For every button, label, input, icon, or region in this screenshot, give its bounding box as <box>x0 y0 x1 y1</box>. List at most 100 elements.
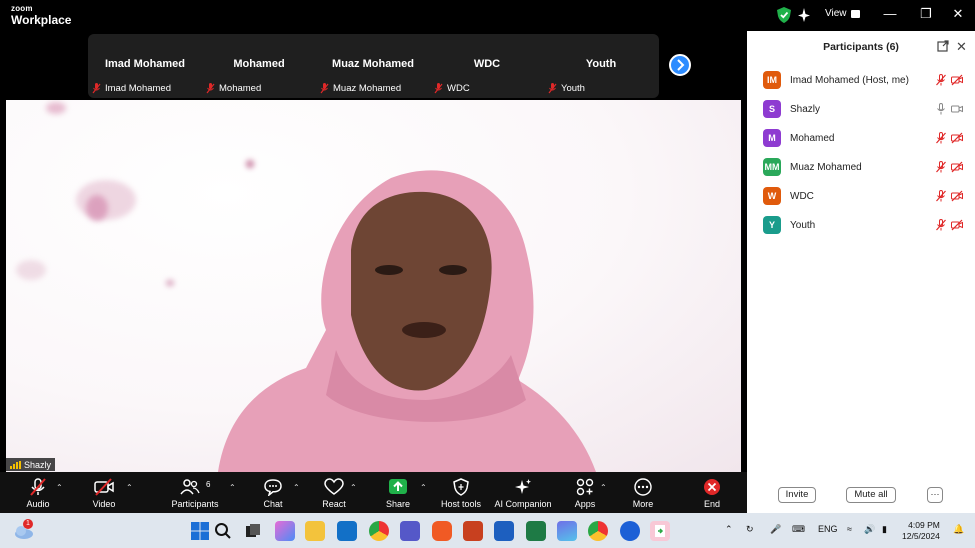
thumbnail-tile[interactable]: Mohamed Mohamed <box>202 34 316 98</box>
thumbnail-name: Youth <box>585 58 617 70</box>
close-window-icon[interactable]: ✕ <box>950 6 966 22</box>
video-button[interactable]: Video <box>84 472 124 513</box>
more-button[interactable]: More <box>626 472 660 513</box>
zoom-taskbar-icon[interactable] <box>620 521 640 541</box>
task-view-icon[interactable] <box>243 521 263 541</box>
muted-mic-icon <box>320 83 329 94</box>
muted-mic-icon[interactable] <box>935 161 947 173</box>
avatar: S <box>763 100 781 118</box>
chrome-profile-icon[interactable] <box>588 521 608 541</box>
audio-button[interactable]: Audio <box>18 472 58 513</box>
muted-mic-icon[interactable] <box>935 74 947 86</box>
host-tools-label: Host tools <box>440 499 482 509</box>
shield-icon[interactable] <box>777 7 791 23</box>
chevron-up-icon[interactable]: ⌃ <box>725 524 733 535</box>
participants-button[interactable]: 6 Participants <box>170 472 220 513</box>
next-page-button[interactable] <box>669 54 691 76</box>
wifi-icon[interactable]: ≈ <box>847 524 852 534</box>
muted-mic-icon[interactable] <box>935 132 947 144</box>
keyboard-icon[interactable]: ⌨ <box>792 524 805 535</box>
brave-icon[interactable] <box>432 521 452 541</box>
view-button[interactable]: View <box>825 8 860 19</box>
participants-panel: Participants (6) ✕ IM Imad Mohamed (Host,… <box>747 31 975 513</box>
ai-companion-button[interactable]: AI Companion <box>492 472 554 513</box>
muted-mic-icon[interactable] <box>935 219 947 231</box>
sync-icon[interactable]: ↻ <box>746 524 754 535</box>
host-tools-button[interactable]: Host tools <box>438 472 484 513</box>
language-indicator[interactable]: ENG <box>818 524 838 534</box>
powerpoint-icon[interactable] <box>463 521 483 541</box>
participant-row[interactable]: M Mohamed <box>763 128 967 148</box>
video-off-icon[interactable] <box>951 74 963 86</box>
chat-button[interactable]: Chat <box>255 472 291 513</box>
teams-icon[interactable] <box>400 521 420 541</box>
word-icon[interactable] <box>494 521 514 541</box>
video-off-icon[interactable] <box>951 219 963 231</box>
active-app-icon[interactable] <box>650 521 670 541</box>
end-call-icon <box>704 479 720 495</box>
ai-sparkle-icon[interactable] <box>797 7 811 23</box>
sparkle-icon <box>515 479 531 494</box>
windows-start-icon[interactable] <box>190 521 210 541</box>
chevron-up-icon[interactable]: ⌃ <box>350 483 357 492</box>
speaker-name-tag: Shazly <box>6 458 56 471</box>
video-off-icon[interactable] <box>951 132 963 144</box>
react-button[interactable]: React <box>316 472 352 513</box>
thumbnail-tile[interactable]: WDC WDC <box>430 34 544 98</box>
muted-mic-icon[interactable] <box>935 190 947 202</box>
avatar: W <box>763 187 781 205</box>
more-options-button[interactable]: ··· <box>927 487 943 503</box>
video-off-icon[interactable] <box>951 190 963 202</box>
end-button[interactable]: End <box>696 472 728 513</box>
more-label: More <box>632 499 654 509</box>
thumbnail-name: WDC <box>473 58 501 70</box>
copilot-icon[interactable] <box>275 521 295 541</box>
mute-all-button[interactable]: Mute all <box>846 487 896 503</box>
search-icon[interactable] <box>213 521 233 541</box>
participant-row[interactable]: Y Youth <box>763 215 967 235</box>
video-icon[interactable] <box>951 103 963 115</box>
thumbnail-tile[interactable]: Muaz Mohamed Muaz Mohamed <box>316 34 430 98</box>
share-button[interactable]: Share <box>380 472 416 513</box>
active-speaker-video[interactable] <box>6 100 741 472</box>
apps-label: Apps <box>574 499 596 509</box>
mic-icon[interactable] <box>935 103 947 115</box>
thumbnail-tile[interactable]: Youth Youth <box>544 34 658 98</box>
volume-icon[interactable]: 🔊 <box>864 524 875 535</box>
chevron-up-icon[interactable]: ⌃ <box>293 483 300 492</box>
restore-icon[interactable]: ❐ <box>918 6 934 22</box>
participant-row[interactable]: MM Muaz Mohamed <box>763 157 967 177</box>
zoom-logo: zoom Workplace <box>11 5 71 27</box>
speaker-name: Shazly <box>24 459 52 470</box>
participant-row[interactable]: S Shazly <box>763 99 967 119</box>
chevron-up-icon[interactable]: ⌃ <box>229 483 236 492</box>
notification-badge: 1 <box>23 519 33 529</box>
notifications-icon[interactable]: 🔔 <box>953 524 964 535</box>
microphone-icon[interactable]: 🎤 <box>770 524 781 535</box>
close-panel-icon[interactable]: ✕ <box>956 39 967 55</box>
apps-button[interactable]: Apps <box>568 472 602 513</box>
participant-row[interactable]: IM Imad Mohamed (Host, me) <box>763 70 967 90</box>
chevron-up-icon[interactable]: ⌃ <box>56 483 63 492</box>
minimize-icon[interactable]: — <box>882 6 898 21</box>
clock[interactable]: 4:09 PM 12/5/2024 <box>902 520 940 542</box>
avatar: MM <box>763 158 781 176</box>
video-off-icon[interactable] <box>951 161 963 173</box>
heart-icon <box>324 478 344 495</box>
photos-icon[interactable] <box>557 521 577 541</box>
file-explorer-icon[interactable] <box>305 521 325 541</box>
people-icon <box>180 479 200 495</box>
chevron-right-icon <box>677 59 685 71</box>
chevron-up-icon[interactable]: ⌃ <box>600 483 607 492</box>
chevron-up-icon[interactable]: ⌃ <box>420 483 427 492</box>
chevron-up-icon[interactable]: ⌃ <box>126 483 133 492</box>
pop-out-icon[interactable] <box>937 40 949 52</box>
outlook-icon[interactable] <box>337 521 357 541</box>
participant-row[interactable]: W WDC <box>763 186 967 206</box>
battery-icon[interactable]: ▮ <box>882 524 887 535</box>
chrome-icon[interactable] <box>369 521 389 541</box>
invite-button[interactable]: Invite <box>778 487 816 503</box>
thumbnail-tile[interactable]: Imad Mohamed Imad Mohamed <box>88 34 202 98</box>
excel-icon[interactable] <box>526 521 546 541</box>
muted-mic-icon <box>434 83 443 94</box>
